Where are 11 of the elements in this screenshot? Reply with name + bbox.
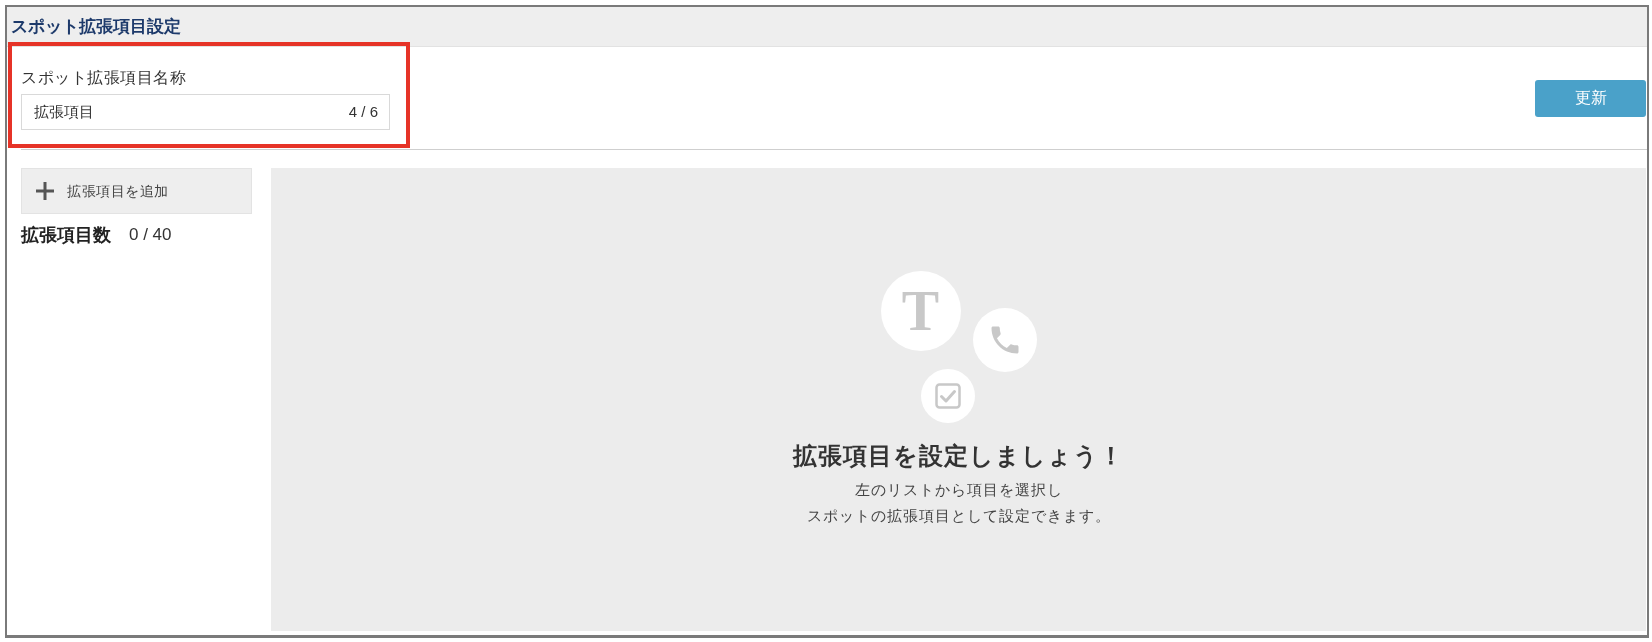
checkbox-icon [920,368,975,423]
phone-icon [972,307,1037,372]
item-count-value: 0 / 40 [129,224,172,246]
character-counter: 4 / 6 [348,102,378,122]
field-label: スポット拡張項目名称 [21,68,187,88]
add-item-button[interactable]: 拡張項目を追加 [21,168,252,214]
item-count-label: 拡張項目数 [21,224,111,246]
plus-icon [36,182,54,200]
empty-state-heading: 拡張項目を設定しましょう！ [793,440,1124,471]
page-title: スポット拡張項目設定 [11,15,181,38]
empty-state-description: 左のリストから項目を選択し スポットの拡張項目として設定できます。 [806,479,1111,526]
